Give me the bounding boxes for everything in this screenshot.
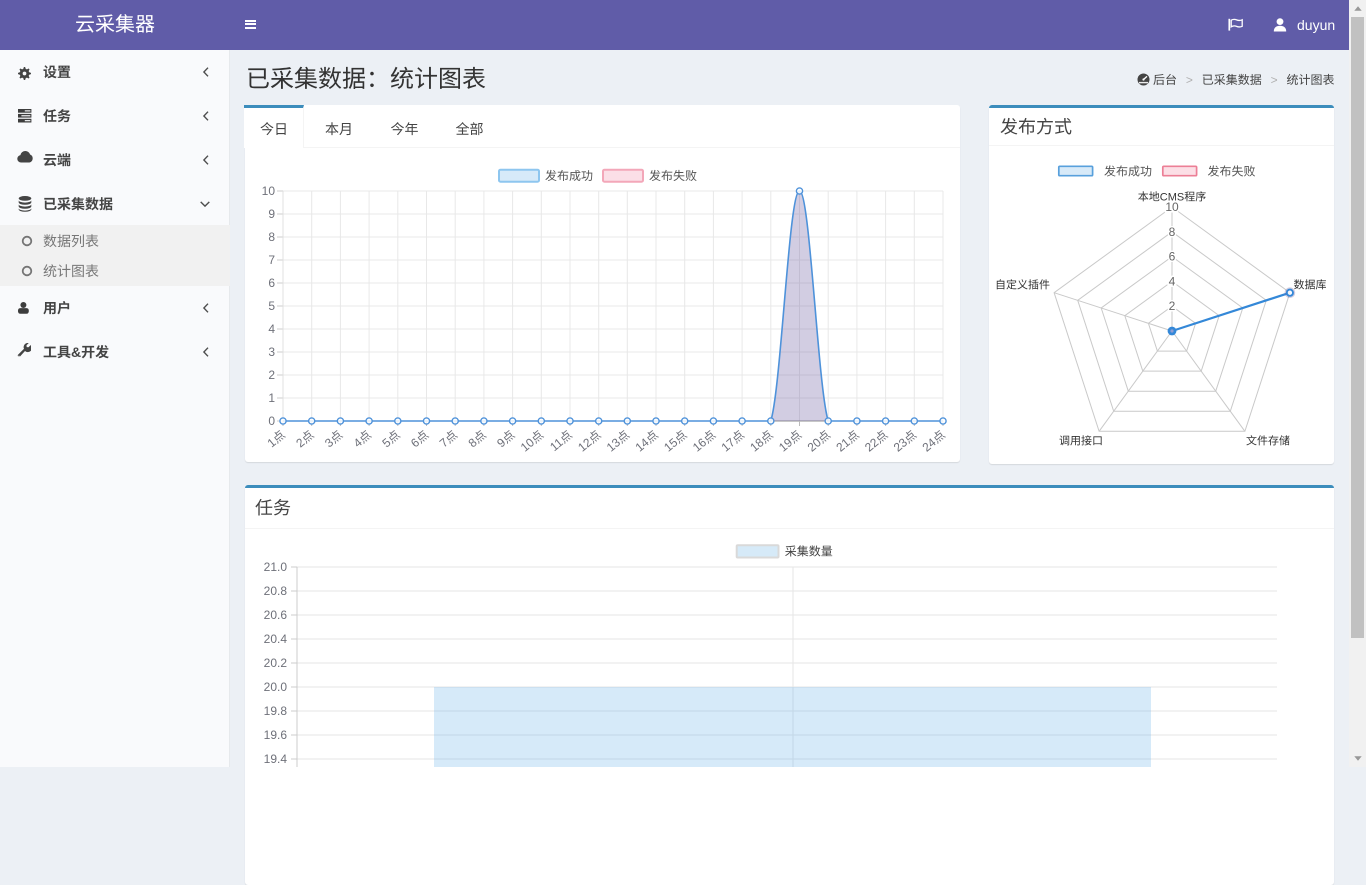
svg-text:14点: 14点 — [633, 428, 661, 455]
svg-text:9: 9 — [268, 207, 275, 221]
svg-text:调用接口: 调用接口 — [1059, 435, 1103, 448]
svg-text:13点: 13点 — [604, 428, 632, 455]
svg-text:3点: 3点 — [322, 428, 345, 451]
svg-text:5点: 5点 — [379, 428, 402, 451]
svg-text:6点: 6点 — [408, 428, 431, 451]
svg-text:数据库: 数据库 — [1294, 279, 1327, 292]
svg-text:19点: 19点 — [776, 428, 804, 455]
svg-text:2: 2 — [1169, 299, 1176, 313]
svg-text:20点: 20点 — [805, 428, 833, 455]
svg-text:16点: 16点 — [690, 428, 718, 455]
svg-text:19.6: 19.6 — [264, 728, 288, 742]
svg-text:8: 8 — [268, 230, 275, 244]
svg-text:21.0: 21.0 — [264, 560, 288, 574]
svg-text:12点: 12点 — [575, 428, 603, 455]
svg-text:11点: 11点 — [547, 428, 575, 454]
svg-text:18点: 18点 — [747, 428, 775, 455]
svg-text:24点: 24点 — [920, 428, 948, 455]
svg-text:21点: 21点 — [833, 428, 861, 455]
svg-text:20.8: 20.8 — [264, 584, 288, 598]
svg-text:5: 5 — [268, 299, 275, 313]
svg-text:4: 4 — [268, 322, 275, 336]
svg-text:6: 6 — [268, 276, 275, 290]
svg-text:2: 2 — [268, 368, 275, 382]
svg-text:19.4: 19.4 — [264, 752, 288, 766]
svg-text:8: 8 — [1169, 225, 1176, 239]
svg-text:发布成功: 发布成功 — [545, 169, 593, 183]
svg-text:本地CMS程序: 本地CMS程序 — [1138, 191, 1206, 204]
svg-text:0: 0 — [268, 414, 275, 428]
svg-text:4: 4 — [1169, 274, 1176, 288]
svg-text:4点: 4点 — [351, 428, 374, 451]
svg-text:20.4: 20.4 — [264, 632, 288, 646]
svg-text:发布成功: 发布成功 — [1104, 165, 1152, 179]
svg-text:7点: 7点 — [437, 428, 460, 451]
svg-text:9点: 9点 — [494, 428, 517, 451]
svg-text:23点: 23点 — [891, 428, 919, 455]
svg-text:6: 6 — [1169, 250, 1176, 264]
svg-text:17点: 17点 — [719, 428, 747, 455]
svg-text:文件存储: 文件存储 — [1246, 435, 1290, 448]
svg-text:1: 1 — [268, 391, 275, 405]
svg-text:20.6: 20.6 — [264, 608, 288, 622]
svg-text:10: 10 — [262, 184, 276, 198]
svg-text:自定义插件: 自定义插件 — [995, 279, 1050, 292]
svg-text:发布失败: 发布失败 — [649, 169, 697, 183]
svg-text:发布失败: 发布失败 — [1208, 165, 1256, 179]
svg-text:15点: 15点 — [661, 428, 689, 455]
svg-text:采集数量: 采集数量 — [785, 545, 833, 559]
svg-text:10点: 10点 — [518, 428, 546, 455]
svg-text:20.0: 20.0 — [264, 680, 288, 694]
svg-text:1点: 1点 — [265, 428, 288, 451]
svg-text:2点: 2点 — [293, 428, 316, 451]
svg-text:8点: 8点 — [466, 428, 489, 451]
svg-text:7: 7 — [268, 253, 275, 267]
svg-text:20.2: 20.2 — [264, 656, 288, 670]
svg-text:22点: 22点 — [862, 428, 890, 455]
svg-text:3: 3 — [268, 345, 275, 359]
svg-text:19.8: 19.8 — [264, 704, 288, 718]
